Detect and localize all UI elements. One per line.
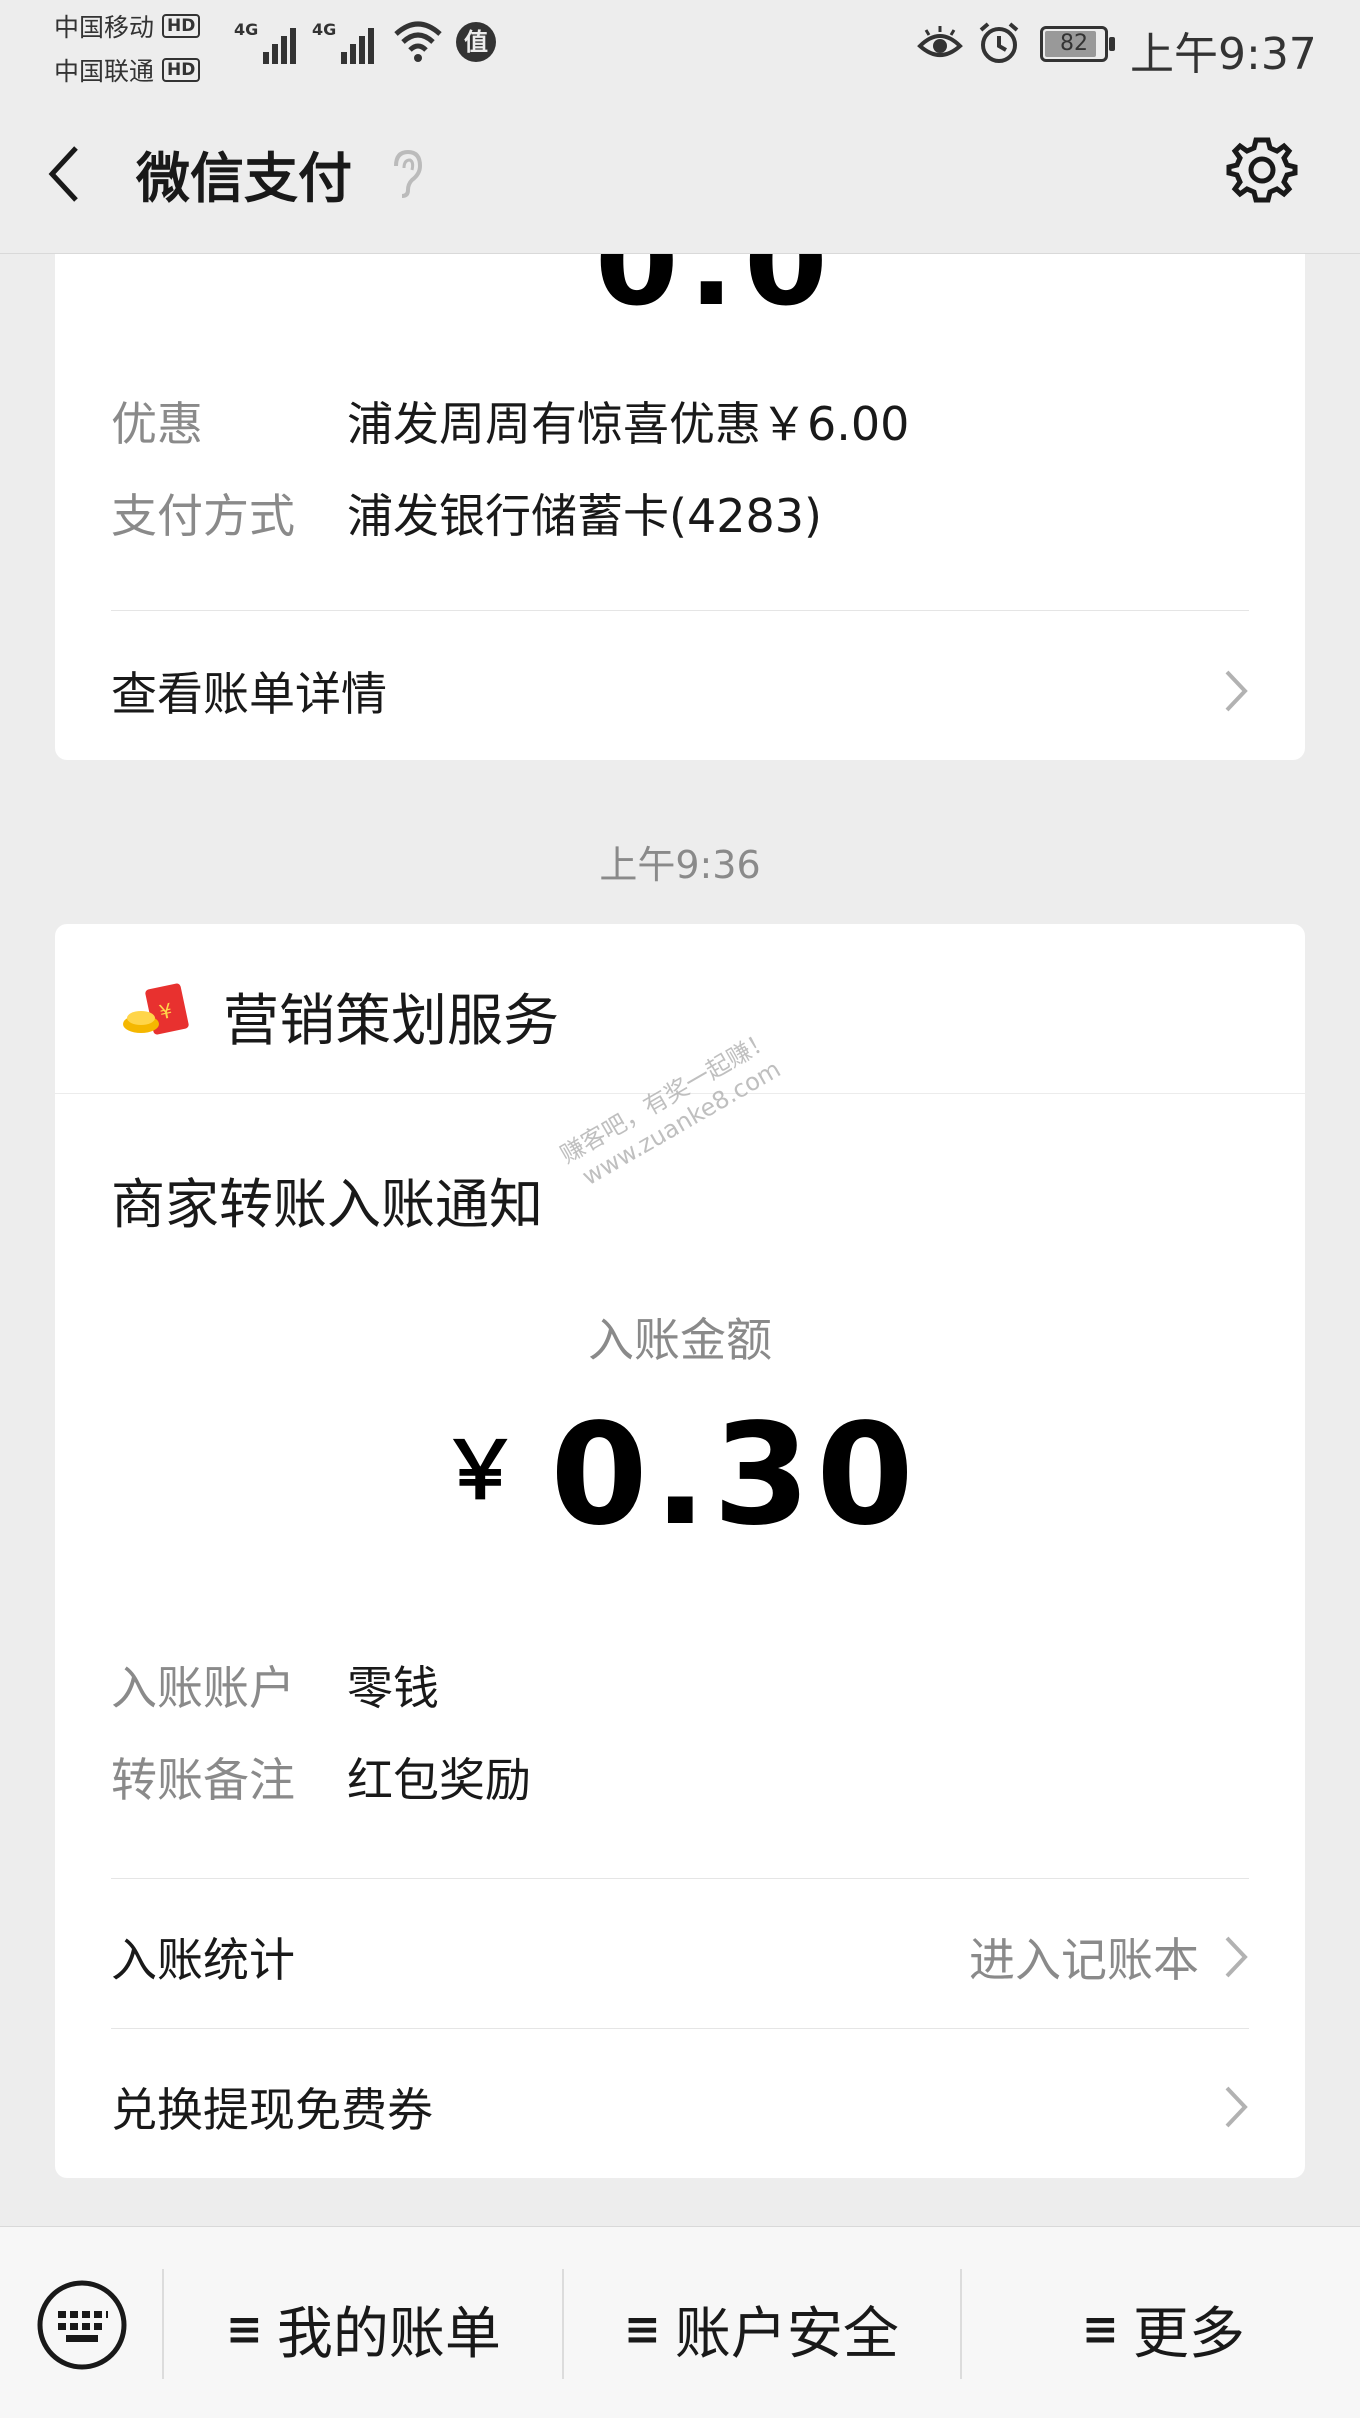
discount-value: 浦发周周有惊喜优惠￥6.00 <box>347 397 910 451</box>
service-header[interactable]: ¥ 营销策划服务 <box>55 924 1305 1094</box>
carrier-1-name: 中国移动 <box>54 13 155 42</box>
status-bar: 中国移动 HD 中国联通 HD 4G 4G 值 82 上午9:37 <box>0 0 1360 92</box>
payment-method-row: 支付方式 浦发银行储蓄卡(4283) <box>111 480 822 546</box>
eye-comfort-icon <box>917 26 963 57</box>
currency-symbol: ￥ <box>440 1424 521 1517</box>
bottom-menu-bar: ≡ 我的账单 ≡ 账户安全 ≡ 更多 <box>0 2226 1360 2418</box>
alarm-icon <box>979 22 1019 63</box>
transfer-notice-card: ¥ 营销策划服务 商家转账入账通知 赚客吧，有奖一起赚！ www.zuanke8… <box>55 924 1305 2178</box>
discount-row: 优惠 浦发周周有惊喜优惠￥6.00 <box>111 388 909 454</box>
view-bill-detail-link[interactable]: 查看账单详情 <box>111 658 1249 724</box>
back-icon[interactable] <box>44 142 84 206</box>
page-title: 微信支付 <box>136 147 352 210</box>
account-security-label: 账户安全 <box>674 2302 899 2367</box>
payment-method-value: 浦发银行储蓄卡(4283) <box>347 489 822 543</box>
nav-bar: 微信支付 <box>0 92 1360 254</box>
carrier-2-name: 中国联通 <box>54 57 155 86</box>
status-time: 上午9:37 <box>1130 29 1317 80</box>
discount-label: 优惠 <box>111 397 203 451</box>
chevron-right-icon <box>1225 1936 1248 1978</box>
income-stats-label: 入账统计 <box>111 1933 295 1987</box>
divider <box>111 1878 1249 1879</box>
transfer-note-label: 转账备注 <box>111 1753 295 1807</box>
divider <box>111 2028 1249 2029</box>
withdraw-coupon-link[interactable]: 兑换提现免费券 <box>111 2074 1249 2140</box>
payment-card: 0.0 优惠 浦发周周有惊喜优惠￥6.00 支付方式 浦发银行储蓄卡(4283)… <box>55 254 1305 760</box>
payment-amount-partial: 0.0 <box>595 254 838 333</box>
settings-gear-icon[interactable] <box>1226 134 1298 206</box>
transfer-note-row: 转账备注 红包奖励 <box>111 1744 531 1810</box>
menu-icon: ≡ <box>226 2304 263 2355</box>
transfer-note-value: 红包奖励 <box>347 1753 531 1807</box>
ear-icon[interactable] <box>388 148 424 198</box>
divider <box>111 610 1249 611</box>
amount-value: 0.30 <box>550 1394 920 1557</box>
more-label: 更多 <box>1132 2302 1245 2367</box>
red-packet-icon: ¥ <box>123 983 189 1035</box>
amount-display: ￥ 0.30 <box>55 1394 1305 1557</box>
amount-label: 入账金额 <box>588 1313 772 1367</box>
signal-icon: 4G <box>234 20 297 64</box>
chevron-right-icon <box>1225 670 1248 712</box>
network-type: 4G <box>312 20 337 39</box>
menu-separator <box>562 2269 564 2379</box>
payment-method-label: 支付方式 <box>111 489 295 543</box>
carrier-1: 中国移动 HD <box>54 8 201 44</box>
keyboard-icon[interactable] <box>36 2279 128 2371</box>
account-value: 零钱 <box>347 1661 439 1715</box>
carrier-2: 中国联通 HD <box>54 52 201 88</box>
menu-separator <box>960 2269 962 2379</box>
hd-badge: HD <box>162 58 201 82</box>
menu-icon: ≡ <box>624 2304 661 2355</box>
view-bill-detail-label: 查看账单详情 <box>111 667 387 721</box>
service-name: 营销策划服务 <box>223 989 559 1054</box>
income-stats-link[interactable]: 入账统计 进入记账本 <box>111 1924 1249 1990</box>
app-badge-icon: 值 <box>456 22 496 62</box>
more-menu[interactable]: ≡ 更多 <box>1082 2289 1245 2370</box>
menu-icon: ≡ <box>1082 2304 1119 2355</box>
network-type: 4G <box>234 20 259 39</box>
menu-separator <box>162 2269 164 2379</box>
battery-icon: 82 <box>1040 26 1115 62</box>
battery-level: 82 <box>1060 31 1088 56</box>
account-row: 入账账户 零钱 <box>111 1652 439 1718</box>
hd-badge: HD <box>162 14 201 38</box>
account-label: 入账账户 <box>111 1661 295 1715</box>
open-ledger-label: 进入记账本 <box>969 1933 1199 1987</box>
notice-title: 商家转账入账通知 <box>111 1173 543 1236</box>
my-bills-menu[interactable]: ≡ 我的账单 <box>226 2289 501 2370</box>
withdraw-coupon-label: 兑换提现免费券 <box>111 2083 433 2137</box>
my-bills-label: 我的账单 <box>276 2302 501 2367</box>
account-security-menu[interactable]: ≡ 账户安全 <box>624 2289 899 2370</box>
chevron-right-icon <box>1225 2086 1248 2128</box>
message-timestamp: 上午9:36 <box>599 843 761 887</box>
wifi-icon <box>394 21 442 62</box>
signal-icon: 4G <box>312 20 375 64</box>
